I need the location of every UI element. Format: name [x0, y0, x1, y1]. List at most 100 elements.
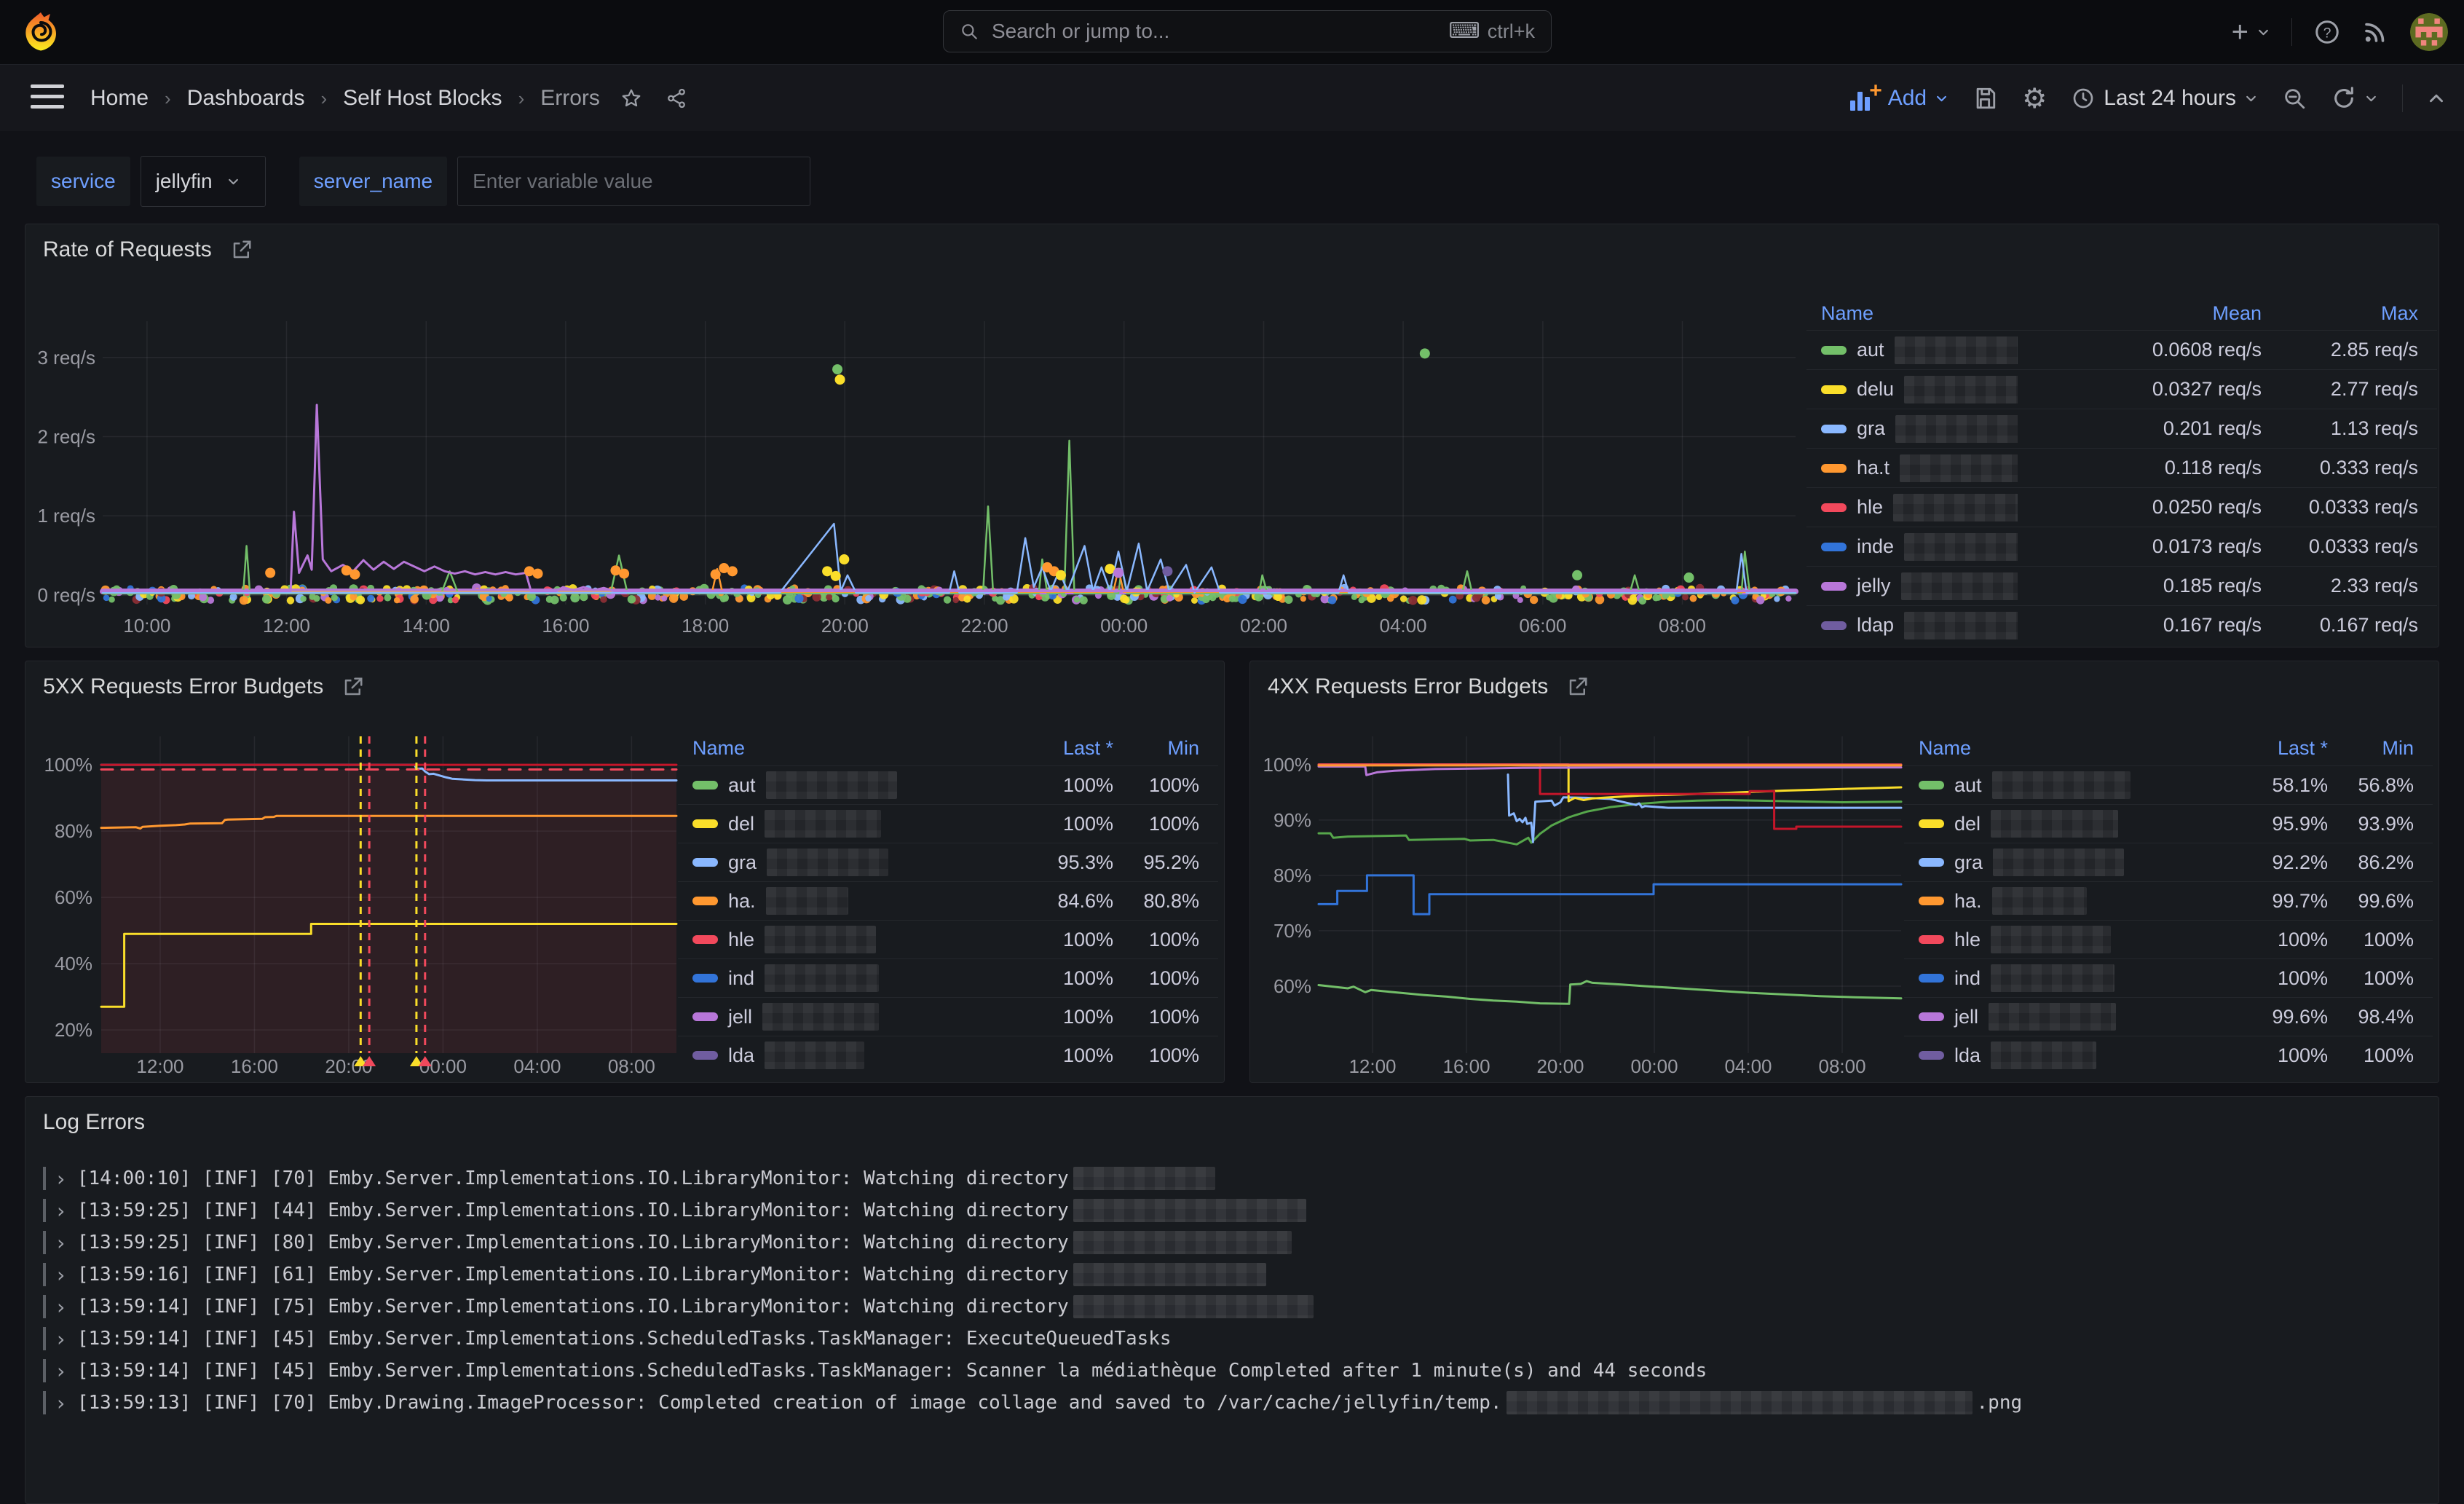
legend-series-name[interactable]: del — [1919, 810, 2200, 838]
favorite-star-icon[interactable] — [620, 87, 642, 109]
log-row[interactable]: › [13:59:13] [INF] [70] Emby.Drawing.Imag… — [43, 1387, 2421, 1419]
rate-of-requests-chart[interactable]: 10:0012:0014:0016:0018:0020:0022:0000:00… — [25, 268, 1824, 647]
legend-value: 0.201 req/s — [2018, 417, 2262, 440]
variable-server-name-label: server_name — [299, 157, 447, 206]
variable-service-picker[interactable]: jellyfin — [141, 156, 266, 207]
legend-series-name[interactable]: ldap — [1821, 612, 2018, 639]
log-text: [13:59:13] [INF] [70] Emby.Drawing.Image… — [77, 1391, 2022, 1414]
legend-series-name[interactable]: ha. — [1919, 887, 2200, 915]
breadcrumb-dashboards[interactable]: Dashboards — [187, 86, 305, 111]
log-row[interactable]: ›[13:59:14] [INF] [75] Emby.Server.Imple… — [43, 1291, 2421, 1323]
new-menu-button[interactable]: + — [2232, 17, 2270, 47]
legend-series-name[interactable]: gra — [692, 849, 986, 876]
legend-value: 95.3% — [986, 851, 1113, 874]
log-row[interactable]: ›[13:59:16] [INF] [61] Emby.Server.Imple… — [43, 1259, 2421, 1291]
legend-series-name[interactable]: jelly — [1821, 572, 2018, 600]
external-link-icon[interactable] — [1567, 676, 1589, 698]
legend-series-name[interactable]: ind — [692, 964, 986, 992]
legend-series-name[interactable]: hle — [692, 926, 986, 953]
legend-series-name[interactable]: aut — [692, 771, 986, 799]
legend-row: aut100%100% — [678, 765, 1218, 804]
legend-series-name[interactable]: aut — [1919, 771, 2200, 799]
breadcrumb-self-host-blocks[interactable]: Self Host Blocks — [343, 86, 502, 111]
variable-server-name-input[interactable] — [458, 170, 810, 193]
series-name-prefix: ind — [728, 967, 754, 990]
share-icon[interactable] — [666, 87, 687, 109]
legend-series-name[interactable]: ha.t — [1821, 454, 2018, 482]
breadcrumb-home[interactable]: Home — [90, 86, 149, 111]
expand-row-icon[interactable]: › — [55, 1295, 67, 1319]
add-panel-button[interactable]: + Add — [1850, 86, 1948, 111]
log-row[interactable]: ›[14:00:10] [INF] [70] Emby.Server.Imple… — [43, 1162, 2421, 1194]
grafana-logo[interactable] — [19, 10, 63, 54]
legend-series-name[interactable]: gra — [1919, 849, 2200, 876]
legend-series-name[interactable]: hle — [1919, 926, 2200, 953]
save-dashboard-button[interactable] — [1973, 86, 1997, 111]
time-range-picker[interactable]: Last 24 hours — [2072, 86, 2257, 111]
panel-title[interactable]: Log Errors — [43, 1110, 145, 1135]
legend-header-name[interactable]: Name — [1821, 302, 2018, 325]
legend-header-last[interactable]: Last * — [986, 737, 1113, 760]
legend-series-name[interactable]: delu — [1821, 376, 2018, 403]
log-row[interactable]: ›[13:59:25] [INF] [44] Emby.Server.Imple… — [43, 1194, 2421, 1227]
collapse-toolbar-button[interactable] — [2428, 90, 2445, 107]
expand-row-icon[interactable]: › — [55, 1359, 67, 1383]
expand-row-icon[interactable]: › — [55, 1231, 67, 1255]
log-row[interactable]: ›[13:59:14] [INF] [45] Emby.Server.Imple… — [43, 1355, 2421, 1387]
legend-header-name[interactable]: Name — [1919, 737, 2200, 760]
svg-text:04:00: 04:00 — [1380, 615, 1427, 637]
log-level-bar — [43, 1167, 46, 1190]
global-search[interactable]: ⌨ ctrl+k — [943, 10, 1552, 52]
log-row[interactable]: ›[13:59:14] [INF] [45] Emby.Server.Imple… — [43, 1323, 2421, 1355]
legend-series-name[interactable]: hle — [1821, 494, 2018, 521]
legend-header-min[interactable]: Min — [2328, 737, 2414, 760]
legend-series-name[interactable]: ind — [1919, 964, 2200, 992]
legend-header-row: NameLast *Min — [678, 731, 1218, 765]
dashboard-settings-button[interactable]: ⚙ — [2022, 84, 2047, 112]
legend-header-row: NameMeanMax — [1806, 297, 2437, 330]
legend-series-name[interactable]: inde — [1821, 533, 2018, 561]
legend-series-name[interactable]: jell — [692, 1003, 986, 1031]
panel-title[interactable]: 5XX Requests Error Budgets — [43, 674, 323, 699]
legend-value: 99.7% — [2200, 890, 2328, 913]
legend-header-last[interactable]: Last * — [2200, 737, 2328, 760]
log-row[interactable]: › [13:59:25] [INF] [80] Emby.Server.Imple… — [43, 1227, 2421, 1259]
svg-text:00:00: 00:00 — [1631, 1055, 1678, 1077]
log-text: [13:59:25] [INF] [80] Emby.Server.Implem… — [77, 1231, 1296, 1254]
expand-row-icon[interactable]: › — [55, 1167, 67, 1191]
legend-series-name[interactable]: lda — [1919, 1042, 2200, 1069]
legend-series-name[interactable]: aut — [1821, 336, 2018, 364]
legend-series-name[interactable]: lda — [692, 1042, 986, 1069]
legend-series-name[interactable]: jell — [1919, 1003, 2200, 1031]
external-link-icon[interactable] — [231, 239, 253, 261]
expand-row-icon[interactable]: › — [55, 1199, 67, 1223]
legend-header-name[interactable]: Name — [692, 737, 986, 760]
zoom-out-button[interactable] — [2282, 86, 2307, 111]
legend-row: ind100%100% — [678, 958, 1218, 997]
legend-series-name[interactable]: gra — [1821, 415, 2018, 443]
legend-header-mean[interactable]: Mean — [2018, 302, 2262, 325]
external-link-icon[interactable] — [342, 676, 364, 698]
series-name-prefix: aut — [1954, 774, 1982, 797]
help-button[interactable] — [2314, 19, 2340, 45]
svg-text:70%: 70% — [1274, 920, 1311, 942]
series-name-prefix: ha. — [1954, 890, 1982, 913]
legend-series-name[interactable]: ha. — [692, 887, 986, 915]
news-rss-button[interactable] — [2362, 19, 2388, 45]
legend-header-min[interactable]: Min — [1113, 737, 1199, 760]
legend-value: 100% — [986, 774, 1113, 797]
expand-row-icon[interactable]: › — [55, 1391, 67, 1415]
expand-row-icon[interactable]: › — [55, 1263, 67, 1287]
menu-toggle-button[interactable] — [31, 84, 64, 109]
search-input[interactable] — [990, 19, 1448, 44]
expand-row-icon[interactable]: › — [55, 1327, 67, 1351]
panel-title[interactable]: Rate of Requests — [43, 237, 212, 262]
user-avatar[interactable] — [2410, 13, 2448, 51]
legend-series-name[interactable]: del — [692, 810, 986, 838]
panel-title[interactable]: 4XX Requests Error Budgets — [1268, 674, 1548, 699]
series-color-pill — [1919, 1012, 1944, 1021]
legend-header-max[interactable]: Max — [2262, 302, 2418, 325]
refresh-button[interactable] — [2331, 86, 2377, 111]
legend-row: hle0.0250 req/s0.0333 req/s — [1806, 487, 2437, 527]
legend-value: 100% — [986, 1044, 1113, 1067]
